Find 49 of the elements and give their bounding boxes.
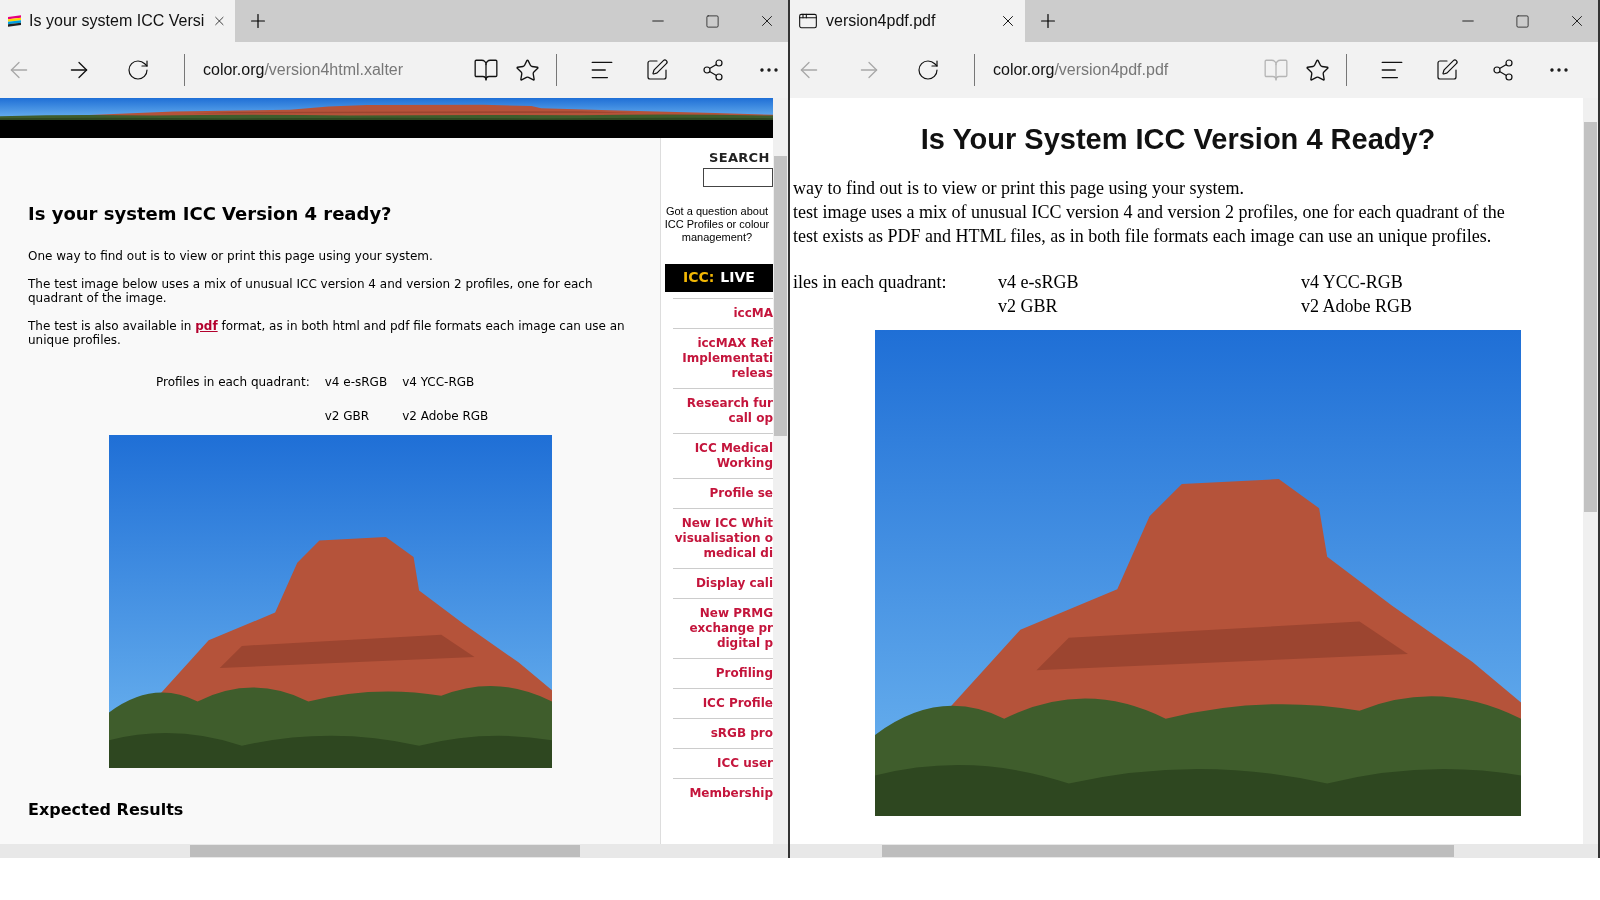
- document-text-line: way to find out is to view or print this page using your system.: [793, 176, 1244, 200]
- page-heading: Is your system ICC Version 4 ready?: [28, 202, 393, 226]
- profile-name: v2 Adobe RGB: [402, 408, 489, 425]
- note-pen-icon[interactable]: [1435, 58, 1459, 82]
- paragraph: One way to find out is to view or print this page using your system.: [28, 249, 434, 263]
- scrollbar-thumb[interactable]: [1584, 122, 1597, 512]
- refresh-icon[interactable]: [916, 58, 940, 82]
- profiles-label: Profiles in each quadrant:: [156, 374, 310, 391]
- pdf-link[interactable]: pdf: [195, 319, 218, 333]
- address-field[interactable]: color.org/version4html.xalter: [203, 58, 453, 82]
- note-pen-icon[interactable]: [645, 58, 669, 82]
- document-text-line: test image uses a mix of unusual ICC version 4 and version 2 profiles, one for each quadrant of the: [793, 200, 1505, 224]
- colour-stripes-icon: [8, 14, 22, 28]
- profile-name: v2 GBR: [998, 294, 1058, 318]
- horizontal-scrollbar[interactable]: [0, 844, 788, 858]
- profile-name: v4 e-sRGB: [324, 374, 388, 391]
- share-icon[interactable]: [701, 58, 725, 82]
- document-text-line: test exists as PDF and HTML files, as in both file formats each image can use an unique profiles.: [793, 224, 1492, 248]
- address-field[interactable]: color.org/version4pdf.pdf: [993, 58, 1243, 82]
- question-text: Got a question about ICC Profiles or colour management?: [663, 204, 771, 244]
- scrollbar-thumb[interactable]: [774, 156, 787, 436]
- profile-name: v2 GBR: [324, 408, 371, 425]
- browser-tab[interactable]: Is your system ICC Versi: [0, 0, 235, 42]
- section-heading: Expected Results: [28, 799, 185, 821]
- live-banner[interactable]: ICC: LIVE: [665, 263, 773, 292]
- vertical-scrollbar[interactable]: [1583, 98, 1598, 844]
- share-icon[interactable]: [1491, 58, 1515, 82]
- window-icon: [798, 11, 818, 31]
- paragraph: The test image below uses a mix of unusual ICC version 4 and version 2 profiles, one for each quadrant of the image.: [28, 277, 594, 305]
- refresh-icon[interactable]: [126, 58, 150, 82]
- reading-view-icon[interactable]: [473, 57, 499, 83]
- maximize-icon[interactable]: [1515, 13, 1530, 29]
- profile-name: v4 YCC-RGB: [1301, 270, 1403, 294]
- search-field[interactable]: [703, 167, 773, 187]
- scrollbar-thumb[interactable]: [190, 845, 580, 857]
- search-label: SEARCH: [708, 149, 771, 167]
- favorite-star-icon[interactable]: [515, 57, 540, 83]
- favorite-star-icon[interactable]: [1305, 57, 1330, 83]
- scrollbar-thumb[interactable]: [882, 845, 1454, 857]
- paragraph: The test is also available in pdf format, as in both html and pdf file formats each image can use an unique profiles.: [28, 319, 626, 347]
- vertical-scrollbar[interactable]: [773, 98, 788, 844]
- profile-name: v4 YCC-RGB: [402, 374, 476, 391]
- document-title: Is Your System ICC Version 4 Ready?: [919, 122, 1437, 157]
- profiles-label: iles in each quadrant:: [793, 270, 947, 294]
- horizontal-scrollbar[interactable]: [790, 844, 1598, 858]
- browser-tab[interactable]: version4pdf.pdf: [790, 0, 1025, 42]
- profile-name: v2 Adobe RGB: [1301, 294, 1412, 318]
- maximize-icon[interactable]: [705, 13, 720, 29]
- profile-name: v4 e-sRGB: [998, 270, 1079, 294]
